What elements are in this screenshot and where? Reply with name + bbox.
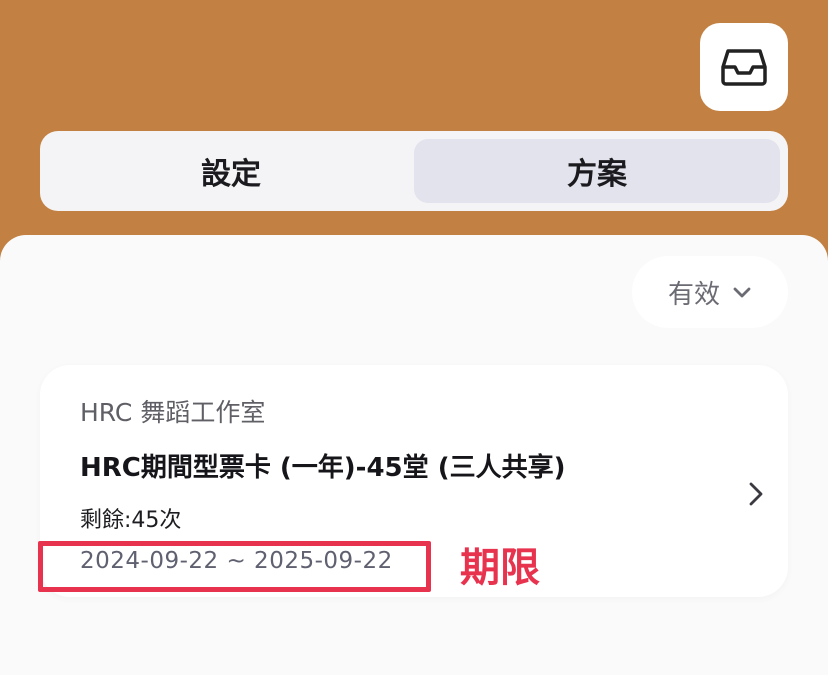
inbox-tray-icon bbox=[721, 49, 767, 86]
tab-settings[interactable]: 設定 bbox=[48, 139, 414, 203]
chevron-down-icon bbox=[733, 287, 751, 298]
validity-period: 2024-09-22 ~ 2025-09-22 bbox=[80, 548, 393, 574]
tab-plans[interactable]: 方案 bbox=[414, 139, 780, 203]
period-annotation-label: 期限 bbox=[460, 545, 540, 591]
status-filter-label: 有效 bbox=[667, 279, 720, 310]
remaining-sessions: 剩餘:45次 bbox=[80, 508, 182, 533]
inbox-button[interactable] bbox=[700, 23, 788, 111]
status-filter-dropdown[interactable]: 有效 bbox=[632, 256, 788, 328]
studio-name: HRC 舞蹈工作室 bbox=[80, 398, 266, 427]
plan-card[interactable]: HRC 舞蹈工作室 HRC期間型票卡 (一年)-45堂 (三人共享) 剩餘:45… bbox=[40, 365, 788, 597]
chevron-right-icon bbox=[749, 482, 763, 506]
segmented-control: 設定 方案 bbox=[40, 131, 788, 211]
plan-name: HRC期間型票卡 (一年)-45堂 (三人共享) bbox=[80, 453, 566, 483]
